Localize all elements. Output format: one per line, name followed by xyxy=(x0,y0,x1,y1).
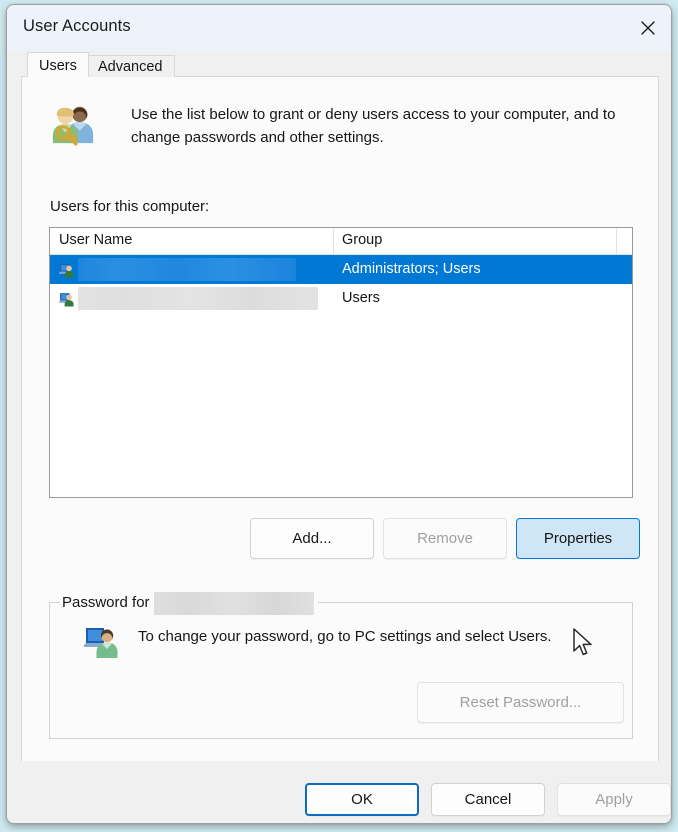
properties-button[interactable]: Properties xyxy=(516,518,640,559)
intro-row: Use the list below to grant or deny user… xyxy=(36,99,636,163)
close-button[interactable] xyxy=(625,5,671,51)
password-user-redacted xyxy=(153,591,314,615)
user-name-redacted xyxy=(78,258,296,281)
add-button[interactable]: Add... xyxy=(250,518,374,559)
apply-button[interactable]: Apply xyxy=(557,783,671,816)
user-account-icon xyxy=(59,293,74,307)
user-name-redacted xyxy=(78,287,318,310)
table-row[interactable]: Administrators; Users xyxy=(50,255,632,284)
tab-strip: Users Advanced xyxy=(7,51,671,77)
password-legend-text: Password for xyxy=(62,594,150,611)
column-divider-2[interactable] xyxy=(616,228,617,255)
close-icon xyxy=(641,21,655,35)
remove-button[interactable]: Remove xyxy=(383,518,507,559)
table-row[interactable]: Users xyxy=(50,284,632,313)
password-instruction-text: To change your password, go to PC settin… xyxy=(138,628,552,645)
window-title: User Accounts xyxy=(23,17,131,35)
password-group-legend: Password for xyxy=(60,591,318,615)
users-list-label: Users for this computer: xyxy=(50,198,210,215)
user-group-value: Administrators; Users xyxy=(342,261,481,277)
user-account-icon xyxy=(59,264,74,278)
user-monitor-icon xyxy=(84,628,118,658)
reset-password-button[interactable]: Reset Password... xyxy=(417,682,624,723)
users-group-icon xyxy=(52,106,94,146)
users-list[interactable]: User Name Group Administrators; Users Us… xyxy=(49,227,633,498)
tab-users[interactable]: Users xyxy=(27,52,89,77)
cancel-button[interactable]: Cancel xyxy=(431,783,545,816)
ok-button[interactable]: OK xyxy=(305,783,419,816)
column-header-user-name[interactable]: User Name xyxy=(59,232,132,248)
user-group-value: Users xyxy=(342,290,380,306)
tab-advanced[interactable]: Advanced xyxy=(86,55,175,77)
user-accounts-window: User Accounts Users Advanced Use the lis… xyxy=(6,4,672,824)
column-divider-1[interactable] xyxy=(333,228,334,255)
users-list-header: User Name Group xyxy=(50,228,632,255)
title-bar: User Accounts xyxy=(7,5,671,51)
column-header-group[interactable]: Group xyxy=(342,232,382,248)
users-tab-panel: Use the list below to grant or deny user… xyxy=(21,76,659,762)
intro-text: Use the list below to grant or deny user… xyxy=(131,106,616,146)
